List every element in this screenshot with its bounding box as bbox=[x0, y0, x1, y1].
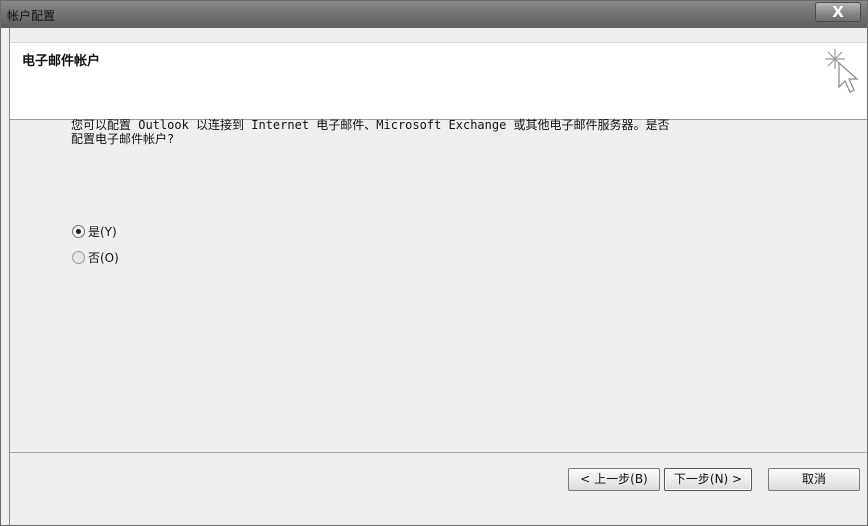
cancel-button[interactable]: 取消 bbox=[768, 468, 860, 491]
close-icon: X bbox=[832, 3, 844, 21]
description-line-1: 您可以配置 Outlook 以连接到 Internet 电子邮件、Microso… bbox=[71, 118, 670, 132]
description-line-2: 配置电子邮件帐户? bbox=[71, 132, 175, 146]
close-button[interactable]: X bbox=[815, 2, 861, 22]
description-text: 您可以配置 Outlook 以连接到 Internet 电子邮件、Microso… bbox=[71, 118, 811, 146]
wizard-header: 电子邮件帐户 bbox=[10, 42, 867, 120]
back-button[interactable]: < 上一步(B) bbox=[568, 468, 660, 491]
page-title: 电子邮件帐户 bbox=[22, 54, 101, 69]
footer-divider bbox=[10, 452, 867, 453]
radio-no[interactable]: 否(O) bbox=[72, 249, 119, 265]
wizard-cursor-icon bbox=[825, 49, 859, 93]
radio-yes-indicator[interactable] bbox=[72, 224, 85, 238]
radio-yes[interactable]: 是(Y) bbox=[72, 223, 117, 239]
account-config-dialog: 帐户配置 X 电子邮件帐户 您可以配置 Outlook 以连接到 Interne… bbox=[0, 0, 868, 526]
title-bar[interactable]: 帐户配置 X bbox=[1, 1, 867, 28]
radio-no-label[interactable]: 否(O) bbox=[88, 249, 119, 266]
dialog-content: 电子邮件帐户 您可以配置 Outlook 以连接到 Internet 电子邮件、… bbox=[9, 28, 867, 525]
radio-yes-label[interactable]: 是(Y) bbox=[88, 223, 117, 240]
window-title: 帐户配置 bbox=[7, 9, 56, 23]
radio-no-indicator[interactable] bbox=[72, 250, 85, 264]
next-button[interactable]: 下一步(N) > bbox=[664, 468, 752, 491]
